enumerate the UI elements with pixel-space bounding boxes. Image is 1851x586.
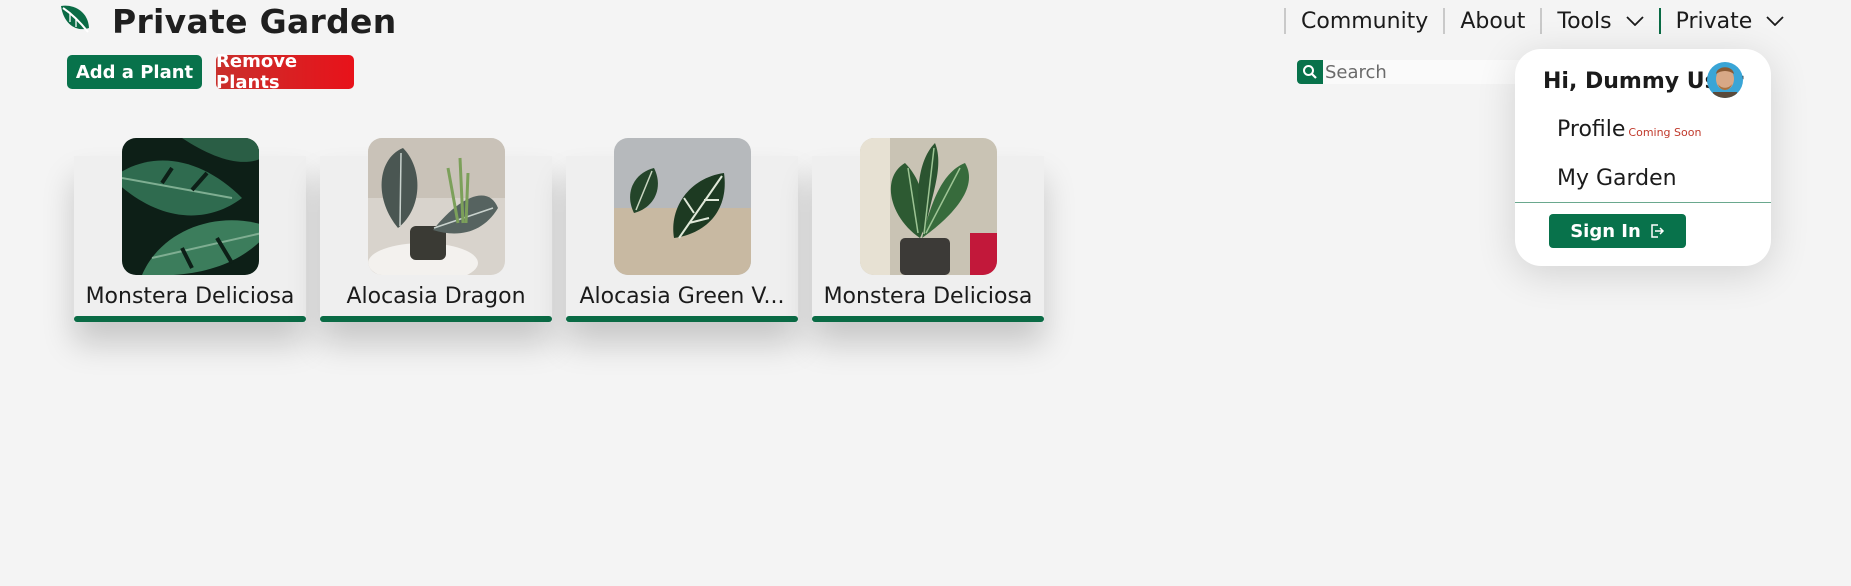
nav-private-label: Private <box>1675 8 1753 34</box>
user-avatar[interactable] <box>1707 62 1743 98</box>
search-button[interactable] <box>1297 60 1323 84</box>
menu-divider <box>1515 202 1771 203</box>
sign-in-label: Sign In <box>1570 220 1641 242</box>
plant-photo <box>368 138 505 275</box>
chevron-down-icon <box>1625 16 1644 26</box>
remove-plants-button[interactable]: Remove Plants <box>216 51 354 93</box>
plant-card[interactable]: Monstera Deliciosa <box>812 138 1044 322</box>
page-title: Private Garden <box>112 2 397 41</box>
nav-tools-label: Tools <box>1557 8 1612 34</box>
sign-in-button[interactable]: Sign In <box>1549 214 1686 248</box>
my-garden-label: My Garden <box>1557 166 1677 191</box>
card-accent-bar <box>74 316 306 322</box>
plant-photo <box>122 138 259 275</box>
chevron-down-icon <box>1766 16 1784 26</box>
nav-about-label: About <box>1460 8 1526 34</box>
sign-in-icon <box>1651 224 1664 238</box>
menu-item-profile[interactable]: Profile Coming Soon <box>1557 117 1701 142</box>
plant-photo <box>614 138 751 275</box>
add-plant-button[interactable]: Add a Plant <box>67 55 202 89</box>
card-accent-bar <box>566 316 798 322</box>
plant-card[interactable]: Alocasia Dragon <box>320 138 552 322</box>
search-icon <box>1303 65 1317 79</box>
nav-private-dropdown[interactable]: Private <box>1661 9 1800 34</box>
top-nav: Community About Tools Private <box>1284 6 1799 36</box>
plant-name: Monstera Deliciosa <box>823 284 1033 309</box>
plant-photo <box>860 138 997 275</box>
plant-card[interactable]: Alocasia Green V... <box>566 138 798 322</box>
menu-item-my-garden[interactable]: My Garden <box>1557 166 1677 191</box>
plant-name: Alocasia Green V... <box>579 284 785 309</box>
nav-about-link[interactable]: About <box>1445 9 1540 34</box>
nav-community-label: Community <box>1301 8 1429 34</box>
leaf-logo-icon[interactable] <box>58 2 92 36</box>
card-accent-bar <box>320 316 552 322</box>
user-dropdown-menu: Hi, Dummy User Profile Coming Soon My Gar… <box>1515 49 1771 266</box>
nav-community-link[interactable]: Community <box>1286 9 1443 34</box>
card-accent-bar <box>812 316 1044 322</box>
plant-name: Monstera Deliciosa <box>85 284 295 309</box>
nav-tools-dropdown[interactable]: Tools <box>1542 9 1658 34</box>
profile-label: Profile <box>1557 117 1626 142</box>
plant-card[interactable]: Monstera Deliciosa <box>74 138 306 322</box>
coming-soon-badge: Coming Soon <box>1628 126 1702 139</box>
plant-name: Alocasia Dragon <box>346 284 526 309</box>
